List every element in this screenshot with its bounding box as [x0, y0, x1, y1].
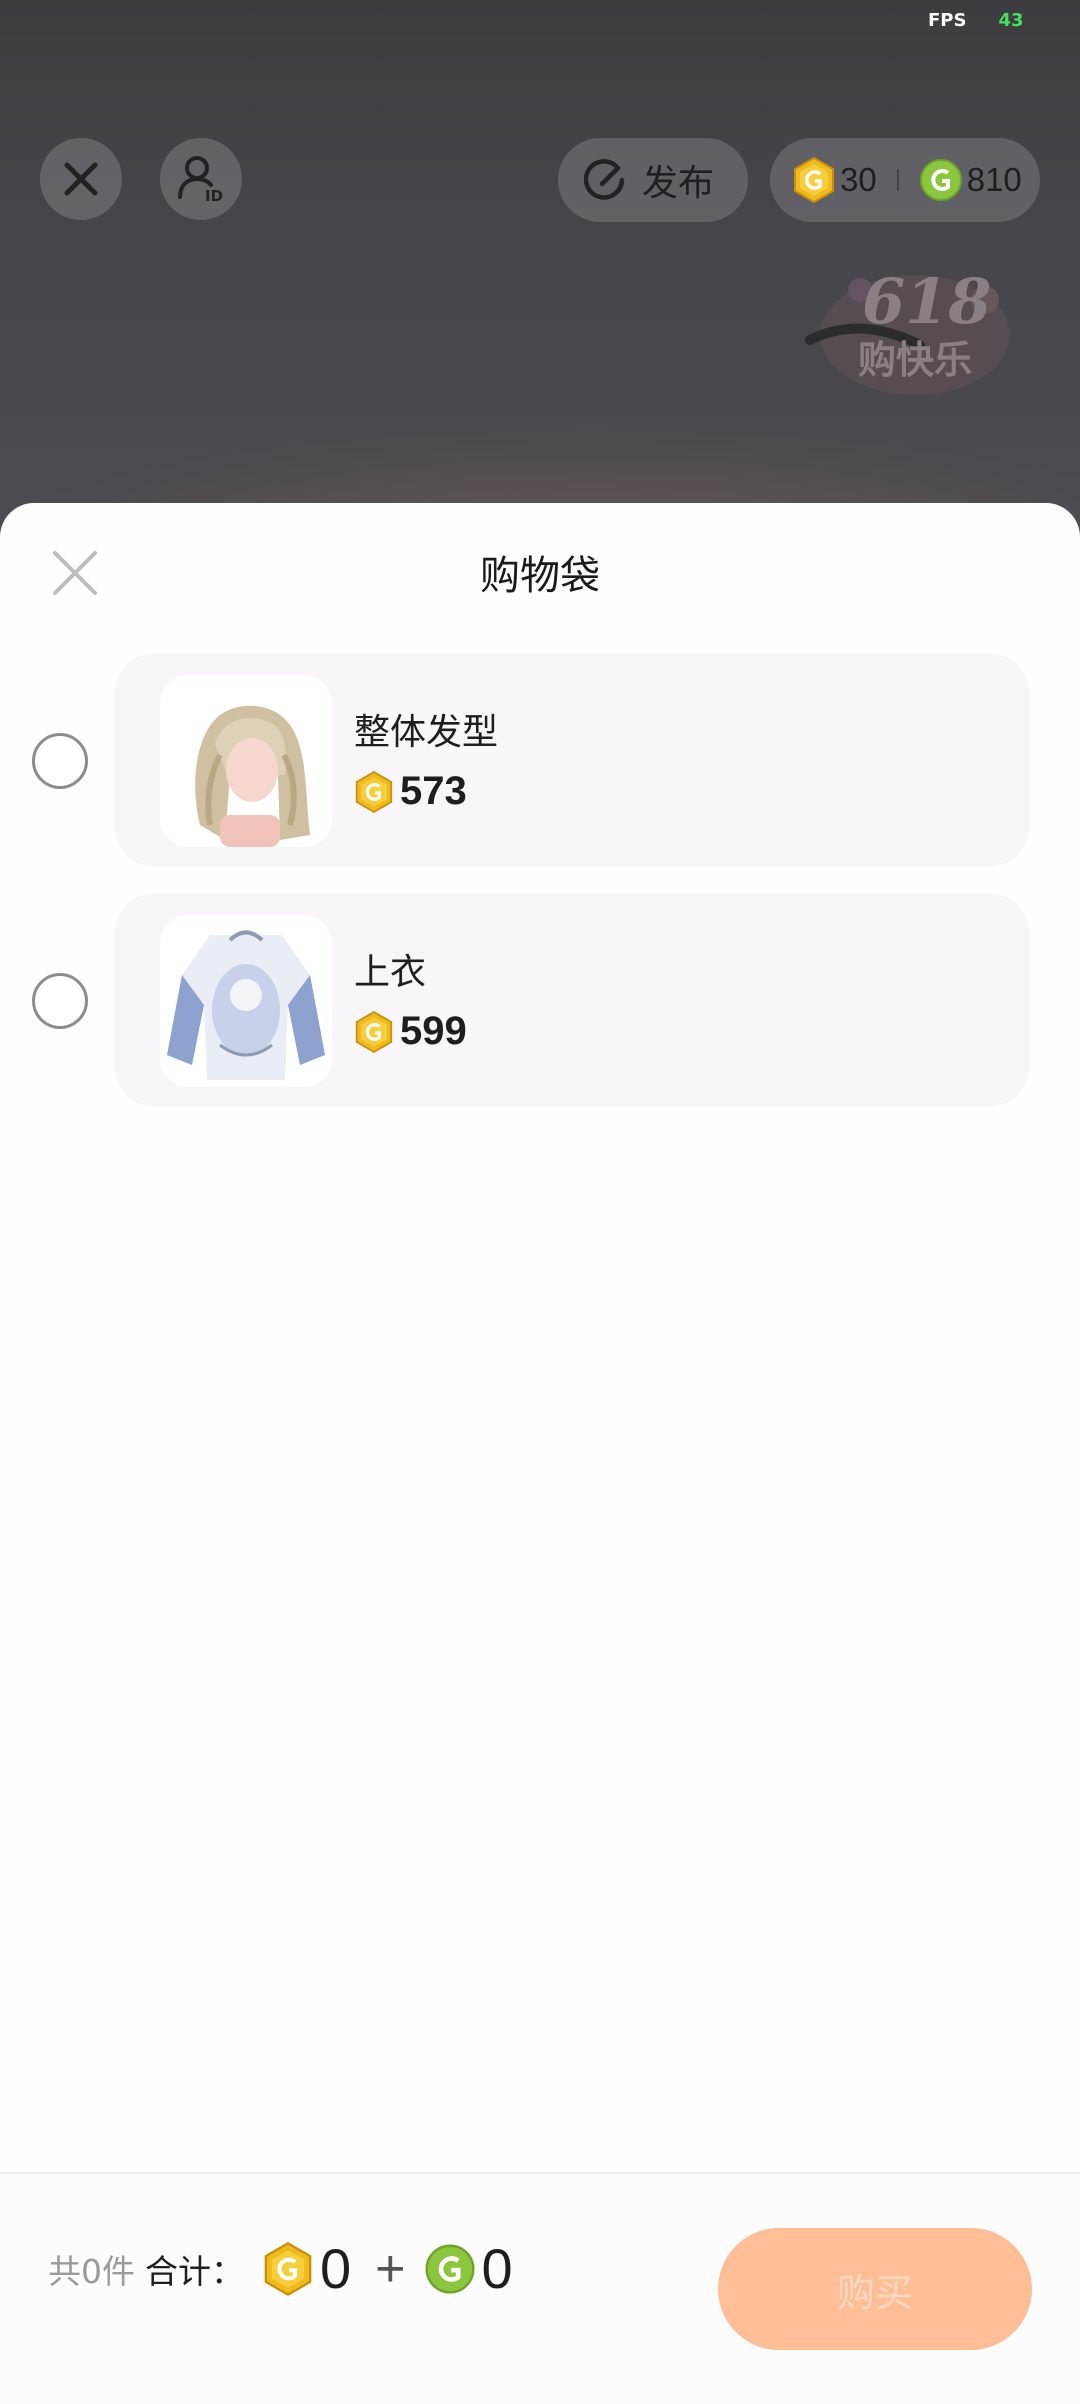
item-name: 整体发型: [354, 712, 499, 753]
publish-button[interactable]: 发布: [558, 138, 748, 222]
item-count: 共0件: [48, 2251, 135, 2291]
green-total: 0: [481, 2237, 513, 2300]
cart-item: 上衣 599: [0, 893, 1080, 1107]
close-icon: [64, 162, 98, 196]
item-price-value: 573: [400, 769, 467, 813]
total-summary: 共0件 合计： 0 + 0: [48, 2236, 513, 2301]
green-coin-icon: [425, 2244, 475, 2293]
item-card[interactable]: 整体发型 573: [114, 653, 1030, 867]
fps-label: FPS: [928, 10, 967, 31]
fps-value: 43: [998, 10, 1024, 31]
item-select-radio[interactable]: [32, 973, 88, 1029]
publish-label: 发布: [642, 163, 715, 204]
cart-item: 整体发型 573: [0, 653, 1080, 867]
buy-button[interactable]: 购买: [718, 2228, 1032, 2350]
promo-618-icon: 618 购快乐: [805, 265, 1010, 395]
user-id-button[interactable]: ID: [160, 138, 242, 220]
item-name: 上衣: [354, 952, 427, 993]
publish-icon: [584, 159, 625, 200]
promo-618-badge[interactable]: 618 购快乐: [800, 245, 1030, 415]
hairstyle-image: [195, 705, 310, 847]
plus-sign: +: [375, 2239, 406, 2298]
gold-coin-icon: [794, 156, 834, 204]
gold-coin-icon: [355, 1010, 393, 1053]
total-label: 合计：: [145, 2251, 244, 2291]
item-price: 573: [354, 769, 467, 814]
item-thumbnail-top: [160, 915, 332, 1087]
gold-coin-icon: [264, 2241, 312, 2296]
item-thumbnail-hairstyle: [160, 675, 332, 847]
sheet-title: 购物袋: [480, 553, 600, 599]
currency-divider: [896, 169, 899, 191]
svg-text:618: 618: [862, 265, 991, 338]
fps-counter: FPS 43: [928, 10, 1024, 31]
currency-balance[interactable]: 30 810: [770, 138, 1040, 222]
item-card[interactable]: 上衣 599: [114, 893, 1030, 1107]
item-price-value: 599: [400, 1009, 467, 1053]
gold-coin-icon: [355, 770, 393, 813]
item-price: 599: [354, 1009, 467, 1054]
top-garment-image: [167, 930, 325, 1080]
shopping-bag-sheet: 购物袋 整体发型 573 上衣 599: [0, 503, 1080, 2404]
checkout-footer: 共0件 合计： 0 + 0 购买: [0, 2172, 1080, 2404]
close-button[interactable]: [40, 138, 122, 220]
item-select-radio[interactable]: [32, 733, 88, 789]
svg-text:ID: ID: [205, 187, 223, 205]
gold-total: 0: [320, 2237, 352, 2300]
green-coin-balance: 810: [966, 161, 1022, 198]
gold-coin-balance: 30: [840, 161, 877, 198]
svg-text:购快乐: 购快乐: [858, 338, 972, 382]
user-id-icon: ID: [178, 156, 223, 205]
green-coin-icon: [919, 159, 962, 201]
